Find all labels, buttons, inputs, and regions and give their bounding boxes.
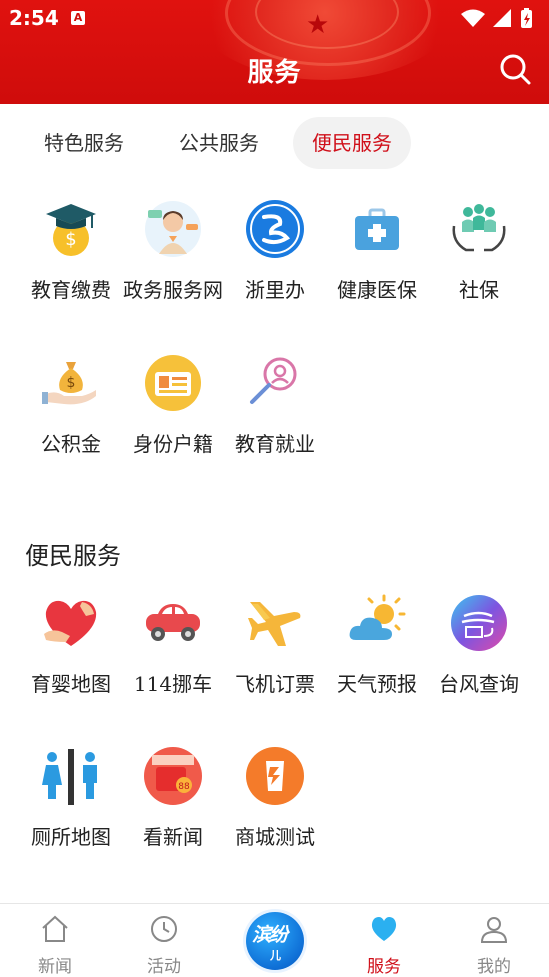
- service-label: 身份户籍: [133, 432, 213, 456]
- service-zheliban[interactable]: 浙里办: [224, 198, 326, 305]
- service-education-employment[interactable]: 教育就业: [224, 352, 326, 459]
- wifi-icon: [461, 9, 485, 27]
- heart-hands-icon: [44, 600, 97, 646]
- airplane-icon: [248, 602, 301, 646]
- service-label: 健康医保: [337, 278, 417, 302]
- nav-center-logo-button[interactable]: 滨纷 儿: [246, 912, 304, 970]
- service-education-payment[interactable]: $ 教育缴费: [20, 198, 122, 305]
- nav-activity[interactable]: 活动: [119, 910, 209, 977]
- nav-service[interactable]: 服务: [339, 910, 429, 977]
- status-bar: 2:54 A: [0, 0, 549, 36]
- service-label: 教育缴费: [31, 278, 111, 302]
- service-gov-service[interactable]: 政务服务网: [122, 198, 224, 305]
- nav-label: 活动: [147, 957, 181, 977]
- people-hands-icon: [452, 204, 506, 252]
- nav-news[interactable]: 新闻: [10, 910, 100, 977]
- service-weather[interactable]: 天气预报: [326, 592, 428, 699]
- svg-text:$: $: [65, 229, 76, 250]
- service-housing-fund[interactable]: $ 公积金: [20, 352, 122, 459]
- user-icon: [480, 917, 508, 943]
- restroom-icon: [42, 749, 97, 805]
- service-label: 教育就业: [235, 432, 315, 456]
- service-health-insurance[interactable]: 健康医保: [326, 198, 428, 305]
- heart-icon: [371, 917, 397, 941]
- nav-label: 我的: [477, 957, 511, 977]
- graduation-coin-icon: $: [46, 204, 96, 256]
- service-label: 天气预报: [337, 672, 417, 696]
- service-flight-booking[interactable]: 飞机订票: [224, 592, 326, 699]
- signal-icon: [493, 9, 511, 27]
- app-logo-icon: 滨纷: [252, 924, 288, 946]
- service-toilet-map[interactable]: 厕所地图: [20, 745, 122, 852]
- status-time: 2:54: [9, 6, 59, 30]
- tab-featured[interactable]: 特色服务: [25, 117, 143, 169]
- home-icon: [42, 915, 68, 942]
- sun-cloud-icon: [349, 594, 406, 640]
- clock-icon: [151, 916, 177, 942]
- service-label: 飞机订票: [235, 672, 315, 696]
- svg-text:88: 88: [178, 782, 190, 792]
- header: ★ 2:54 A 服务: [0, 0, 549, 104]
- id-card-icon: [145, 355, 201, 411]
- service-label: 政务服务网: [123, 278, 223, 302]
- service-baby-map[interactable]: 育婴地图: [20, 592, 122, 699]
- money-bag-hand-icon: $: [42, 362, 96, 405]
- service-label: 商城测试: [235, 825, 315, 849]
- system-status-icons: [461, 8, 532, 28]
- typhoon-icon: [451, 595, 507, 651]
- service-label: 台风查询: [439, 672, 519, 696]
- tab-convenience[interactable]: 便民服务: [293, 117, 411, 169]
- mall-icon: [246, 747, 304, 805]
- service-label: 社保: [459, 278, 499, 302]
- notification-a-icon: A: [71, 11, 85, 25]
- tab-public[interactable]: 公共服务: [160, 117, 278, 169]
- service-typhoon[interactable]: 台风查询: [428, 592, 530, 699]
- service-label: 厕所地图: [31, 825, 111, 849]
- service-staff-icon: [145, 201, 201, 257]
- service-read-news[interactable]: 88 看新闻: [122, 745, 224, 852]
- service-mall-test[interactable]: 商城测试: [224, 745, 326, 852]
- nav-mine[interactable]: 我的: [449, 910, 539, 977]
- news-promo-icon: 88: [144, 747, 202, 805]
- nav-label: 服务: [367, 957, 401, 977]
- category-tabs: 特色服务 公共服务 便民服务: [0, 104, 549, 178]
- section-title: 便民服务: [25, 542, 121, 570]
- page-title: 服务: [247, 58, 302, 88]
- medical-kit-icon: [355, 208, 399, 250]
- service-label: 育婴地图: [31, 672, 111, 696]
- service-label: 114挪车: [133, 672, 213, 696]
- svg-text:$: $: [67, 375, 76, 391]
- search-person-icon: [250, 357, 297, 404]
- service-label: 浙里办: [245, 278, 305, 302]
- service-social-security[interactable]: 社保: [428, 198, 530, 305]
- service-move-car[interactable]: 114挪车: [122, 592, 224, 699]
- service-label: 公积金: [41, 432, 101, 456]
- nav-label: 新闻: [38, 957, 72, 977]
- search-icon[interactable]: [498, 52, 532, 86]
- service-identity-registry[interactable]: 身份户籍: [122, 352, 224, 459]
- service-label: 看新闻: [143, 825, 203, 849]
- car-icon: [146, 604, 200, 641]
- zheliban-logo-icon: [246, 200, 304, 258]
